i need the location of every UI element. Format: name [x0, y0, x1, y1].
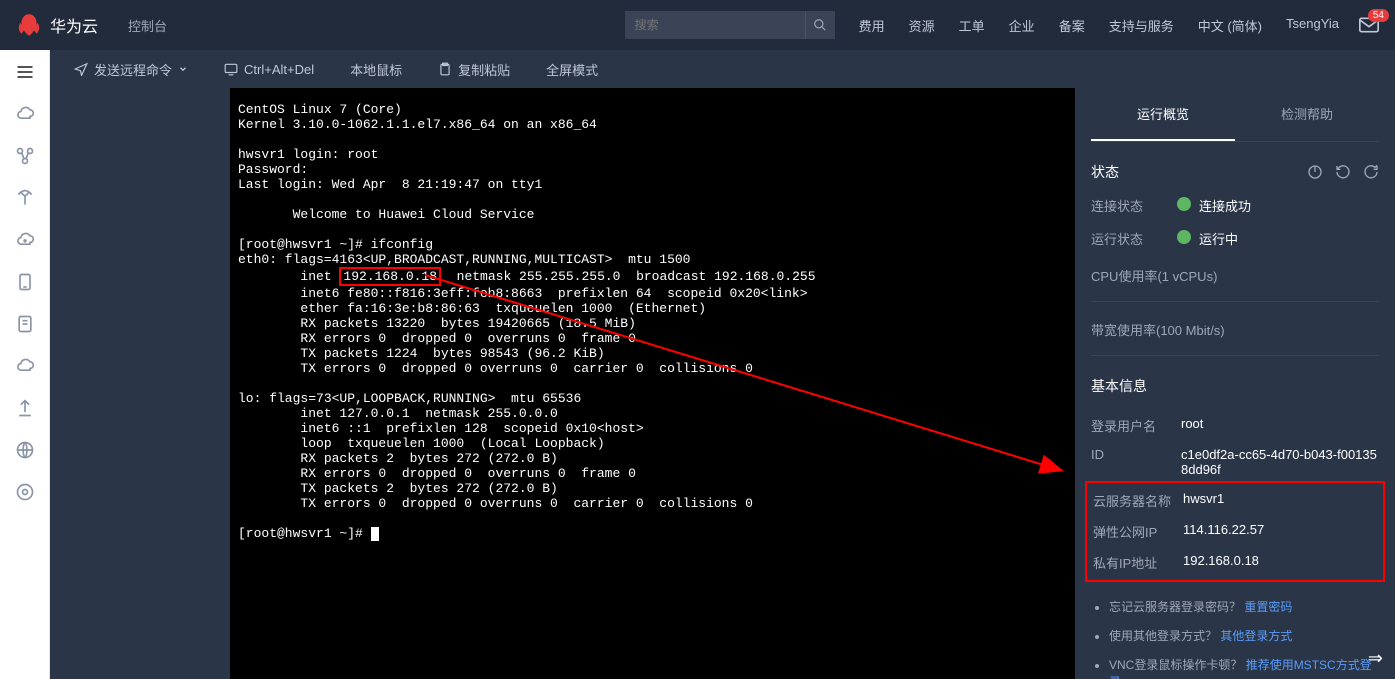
chevron-down-icon: [178, 64, 188, 74]
eip-val: 114.116.22.57: [1183, 522, 1377, 541]
login-user-label: 登录用户名: [1091, 416, 1181, 435]
remote-cmd-button[interactable]: 发送远程命令: [74, 60, 188, 79]
search-icon: [813, 18, 827, 32]
fullscreen-button[interactable]: 全屏模式: [546, 60, 598, 79]
conn-status-row: 连接状态 连接成功: [1091, 196, 1379, 215]
login-user-val: root: [1181, 416, 1379, 435]
tab-diagnosis[interactable]: 检测帮助: [1235, 88, 1379, 141]
antenna-icon[interactable]: [13, 186, 37, 210]
panel-tabs: 运行概览 检测帮助: [1091, 88, 1379, 142]
brand-logo[interactable]: 华为云: [16, 12, 98, 38]
status-title: 状态: [1091, 162, 1119, 182]
clipboard-icon: [438, 62, 452, 76]
huawei-icon: [16, 12, 42, 38]
brand-text: 华为云: [50, 13, 98, 37]
menu-icon[interactable]: [13, 60, 37, 84]
nav-user[interactable]: TsengYia: [1286, 16, 1339, 35]
top-header: 华为云 控制台 费用 资源 工单 企业 备案 支持与服务 中文 (简体) Tse…: [0, 0, 1395, 50]
search-wrap: [625, 11, 835, 39]
console-link[interactable]: 控制台: [128, 16, 167, 35]
nav-lang[interactable]: 中文 (简体): [1198, 16, 1262, 35]
login-user-row: 登录用户名 root: [1091, 410, 1379, 441]
copy-paste-button[interactable]: 复制粘贴: [438, 60, 510, 79]
reset-pwd-link[interactable]: 重置密码: [1244, 600, 1292, 614]
collapse-panel-button[interactable]: ⇒: [1368, 648, 1383, 669]
run-status-label: 运行状态: [1091, 229, 1161, 248]
tab-overview[interactable]: 运行概览: [1091, 88, 1235, 141]
status-head: 状态: [1091, 162, 1379, 182]
side-nav: [0, 50, 50, 679]
basic-info: 基本信息 登录用户名 root ID c1e0df2a-cc65-4d70-b0…: [1091, 376, 1379, 582]
nav-resource[interactable]: 资源: [909, 16, 935, 35]
cloud-icon[interactable]: [13, 102, 37, 126]
nav-enterprise[interactable]: 企业: [1009, 16, 1035, 35]
upload-icon[interactable]: [13, 396, 37, 420]
header-nav: 费用 资源 工单 企业 备案 支持与服务 中文 (简体) TsengYia: [859, 16, 1339, 35]
right-panel: 运行概览 检测帮助 状态 连接状态 连接成功 运行状态 运行中 CPU使用率(1…: [1075, 88, 1395, 679]
id-row: ID c1e0df2a-cc65-4d70-b043-f001358dd96f: [1091, 441, 1379, 483]
local-mouse-label: 本地鼠标: [350, 60, 402, 79]
search-input[interactable]: [625, 11, 805, 39]
cloud3-icon[interactable]: [13, 354, 37, 378]
basic-info-title: 基本信息: [1091, 376, 1379, 396]
power-icon[interactable]: [1307, 164, 1323, 180]
copy-paste-label: 复制粘贴: [458, 60, 510, 79]
send-icon: [74, 62, 88, 76]
help-list: 忘记云服务器登录密码？ 重置密码 使用其他登录方式？ 其他登录方式 VNC登录鼠…: [1091, 598, 1379, 679]
bw-metric: 带宽使用率(100 Mbit/s): [1091, 320, 1379, 356]
power-actions: [1307, 164, 1379, 180]
status-dot-green: [1177, 230, 1191, 244]
run-status-val: 运行中: [1199, 232, 1238, 247]
nav-beian[interactable]: 备案: [1059, 16, 1085, 35]
search-button[interactable]: [805, 11, 835, 39]
terminal-cursor: [371, 527, 379, 541]
globe-icon[interactable]: [13, 438, 37, 462]
mail-button[interactable]: 54: [1359, 17, 1379, 33]
help-forgot-pwd: 忘记云服务器登录密码？ 重置密码: [1109, 598, 1379, 615]
nav-fee[interactable]: 费用: [859, 16, 885, 35]
conn-status-label: 连接状态: [1091, 196, 1161, 215]
id-label: ID: [1091, 447, 1181, 477]
run-status-row: 运行状态 运行中: [1091, 229, 1379, 248]
conn-status-val: 连接成功: [1199, 199, 1251, 214]
fullscreen-label: 全屏模式: [546, 60, 598, 79]
storage-icon[interactable]: [13, 270, 37, 294]
help-other-login: 使用其他登录方式？ 其他登录方式: [1109, 627, 1379, 644]
nav-support[interactable]: 支持与服务: [1109, 16, 1174, 35]
mail-badge: 54: [1368, 9, 1389, 22]
eip-row: 弹性公网IP 114.116.22.57: [1093, 516, 1377, 547]
status-dot-green: [1177, 197, 1191, 211]
ip-highlight-box: 云服务器名称 hwsvr1 弹性公网IP 114.116.22.57 私有IP地…: [1085, 481, 1385, 582]
id-val: c1e0df2a-cc65-4d70-b043-f001358dd96f: [1181, 447, 1379, 477]
server-name-row: 云服务器名称 hwsvr1: [1093, 485, 1377, 516]
private-ip-label: 私有IP地址: [1093, 553, 1183, 572]
ctrl-alt-del-button[interactable]: Ctrl+Alt+Del: [224, 62, 314, 77]
ctrl-alt-del-label: Ctrl+Alt+Del: [244, 62, 314, 77]
highlighted-ip: 192.168.0.18: [339, 267, 441, 286]
private-ip-row: 私有IP地址 192.168.0.18: [1093, 547, 1377, 578]
server-name-label: 云服务器名称: [1093, 491, 1183, 510]
remote-cmd-label: 发送远程命令: [94, 60, 172, 79]
help-vnc-lag: VNC登录鼠标操作卡顿？ 推荐使用MSTSC方式登录。: [1109, 656, 1379, 679]
eip-label: 弹性公网IP: [1093, 522, 1183, 541]
vnc-toolbar: 发送远程命令 Ctrl+Alt+Del 本地鼠标 复制粘贴 全屏模式: [50, 50, 1395, 88]
restart-icon[interactable]: [1335, 164, 1351, 180]
network-icon[interactable]: [13, 144, 37, 168]
local-mouse-button[interactable]: 本地鼠标: [350, 60, 402, 79]
nav-ticket[interactable]: 工单: [959, 16, 985, 35]
monitor-icon: [224, 62, 238, 76]
cpu-metric: CPU使用率(1 vCPUs): [1091, 266, 1379, 302]
disc-icon[interactable]: [13, 480, 37, 504]
private-ip-val: 192.168.0.18: [1183, 553, 1377, 572]
refresh-icon[interactable]: [1363, 164, 1379, 180]
server-name-val: hwsvr1: [1183, 491, 1377, 510]
other-login-link[interactable]: 其他登录方式: [1220, 629, 1292, 643]
doc-icon[interactable]: [13, 312, 37, 336]
cloud2-icon[interactable]: [13, 228, 37, 252]
vnc-terminal[interactable]: CentOS Linux 7 (Core) Kernel 3.10.0-1062…: [50, 88, 1075, 679]
